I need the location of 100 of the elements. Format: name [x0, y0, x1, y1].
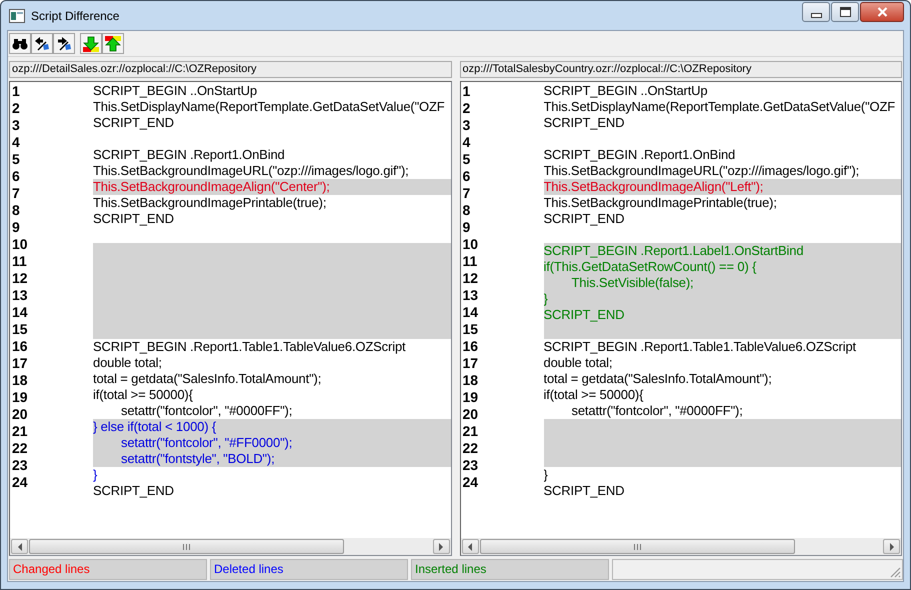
line-number: 22	[12, 440, 29, 457]
code-line: This.SetBackgroundImageURL("ozp:///images/logo.gif");	[93, 163, 409, 179]
line-number: 6	[12, 168, 21, 185]
line-number: 9	[12, 219, 21, 236]
code-line: SCRIPT_BEGIN .Report1.OnBind	[544, 147, 736, 163]
code-line: SCRIPT_END	[544, 211, 624, 227]
scroll-right-button[interactable]	[432, 539, 450, 554]
minimize-icon	[810, 12, 822, 18]
file-path-field: ozp:///TotalSalesbyCountry.ozr://ozplocal://C:\OZRepository	[460, 61, 902, 78]
code-line: setattr("fontstyle", "BOLD");	[121, 451, 275, 467]
line-number: 3	[462, 117, 472, 134]
line-number: 7	[462, 185, 472, 202]
code-line: This.SetVisible(false);	[572, 275, 694, 291]
line-number: 23	[12, 457, 29, 474]
code-line: setattr("fontcolor", "#0000FF");	[121, 403, 292, 419]
code-line: double total;	[93, 355, 162, 371]
scrollbar-thumb[interactable]	[29, 539, 344, 554]
code-line: This.SetBackgroundImagePrintable(true);	[93, 195, 326, 211]
line-number: 15	[462, 321, 480, 338]
line-number: 9	[462, 219, 472, 236]
minimize-button[interactable]	[802, 2, 830, 22]
line-number: 18	[12, 372, 29, 389]
code-line: SCRIPT_END	[544, 115, 624, 131]
code-line: This.SetBackgroundImageAlign("Left");	[544, 179, 764, 195]
resize-grip-icon	[889, 566, 901, 578]
previous-difference-button[interactable]	[31, 33, 53, 54]
line-number: 14	[462, 304, 480, 321]
code-line: }	[93, 467, 98, 483]
code-line: SCRIPT_END	[93, 115, 174, 131]
code-line: SCRIPT_BEGIN ..OnStartUp	[544, 83, 708, 99]
app-icon	[9, 8, 25, 22]
scroll-left-button[interactable]	[11, 539, 28, 554]
code-line: This.SetBackgroundImagePrintable(true);	[544, 195, 777, 211]
line-number: 19	[462, 389, 480, 406]
close-icon	[876, 7, 888, 17]
line-number: 13	[462, 287, 480, 304]
line-number: 21	[12, 423, 29, 440]
code-line: SCRIPT_BEGIN .Report1.Table1.TableValue6.OZScript	[544, 339, 856, 355]
line-number: 16	[462, 338, 480, 355]
code-line: SCRIPT_BEGIN .Report1.OnBind	[93, 147, 285, 163]
code-line: setattr("fontcolor", "#FF0000");	[121, 435, 292, 451]
line-number: 12	[12, 270, 29, 287]
line-number: 22	[462, 440, 480, 457]
line-number: 24	[462, 474, 480, 491]
scroll-left-button[interactable]	[462, 539, 478, 554]
code-line: SCRIPT_BEGIN .Report1.Label1.OnStartBind	[544, 243, 804, 259]
code-line: SCRIPT_BEGIN .Report1.Table1.TableValue6.OZScript	[93, 339, 406, 355]
code-line: if(total >= 50000){	[93, 387, 193, 403]
next-difference-button[interactable]	[53, 33, 75, 54]
line-number: 23	[462, 457, 480, 474]
code-line: SCRIPT_END	[93, 211, 174, 227]
close-button[interactable]	[860, 2, 904, 22]
legend-label: Changed lines	[9, 559, 207, 580]
code-line: This.SetDisplayName(ReportTemplate.GetDataSetValue("OZF	[544, 99, 896, 115]
line-number: 4	[12, 134, 21, 151]
code-line: This.SetDisplayName(ReportTemplate.GetDataSetValue("OZF	[93, 99, 445, 115]
line-number: 4	[462, 134, 472, 151]
line-number: 21	[462, 423, 480, 440]
code-line: SCRIPT_END	[544, 483, 624, 499]
code-line: SCRIPT_END	[544, 307, 624, 323]
maximize-icon	[840, 7, 850, 17]
code-line: double total;	[544, 355, 612, 371]
find-button[interactable]	[9, 33, 31, 54]
line-number: 20	[462, 406, 480, 423]
line-number: 8	[462, 202, 472, 219]
line-number: 16	[12, 338, 29, 355]
line-number: 13	[12, 287, 29, 304]
line-number: 8	[12, 202, 21, 219]
move-up-button[interactable]	[102, 33, 124, 54]
line-number: 10	[12, 236, 29, 253]
line-number: 1	[12, 83, 21, 100]
code-line: } else if(total < 1000) {	[93, 419, 216, 435]
code-line: SCRIPT_END	[93, 483, 174, 499]
code-line: setattr("fontcolor", "#0000FF");	[572, 403, 743, 419]
code-line: total = getdata("SalesInfo.TotalAmount");	[93, 371, 322, 387]
code-line: This.SetBackgroundImageURL("ozp:///images/logo.gif");	[544, 163, 860, 179]
line-number: 10	[462, 236, 480, 253]
scroll-right-button[interactable]	[883, 539, 900, 554]
line-number: 1	[462, 83, 472, 100]
line-number: 5	[12, 151, 21, 168]
line-number: 7	[12, 185, 21, 202]
line-number: 17	[462, 355, 480, 372]
move-down-button[interactable]	[80, 33, 102, 54]
line-number: 24	[12, 474, 29, 491]
line-number: 15	[12, 321, 29, 338]
line-number: 18	[462, 372, 480, 389]
code-line: SCRIPT_BEGIN ..OnStartUp	[93, 83, 258, 99]
file-path-field: ozp:///DetailSales.ozr://ozplocal://C:\OZRepository	[9, 61, 452, 78]
line-number: 12	[462, 270, 480, 287]
line-number: 17	[12, 355, 29, 372]
line-number: 2	[12, 100, 21, 117]
down-arrow-icon	[83, 36, 99, 52]
maximize-button[interactable]	[831, 2, 859, 22]
legend-label: Deleted lines	[210, 559, 408, 580]
scrollbar-thumb[interactable]	[480, 539, 794, 554]
code-line: total = getdata("SalesInfo.TotalAmount");	[544, 371, 772, 387]
line-number: 20	[12, 406, 29, 423]
line-number: 11	[462, 253, 478, 270]
up-arrow-icon	[105, 36, 121, 52]
legend-label: Inserted lines	[411, 559, 609, 580]
